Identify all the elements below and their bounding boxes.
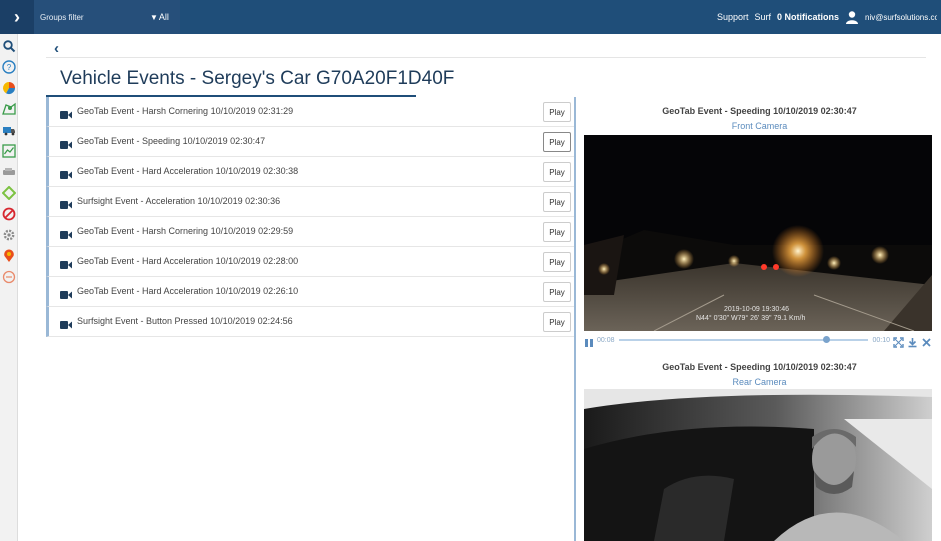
video-camera-icon <box>60 257 72 269</box>
event-row: Surfsight Event - Acceleration 10/10/201… <box>46 187 574 217</box>
vehicle-icon[interactable] <box>2 165 16 179</box>
video-camera-icon <box>60 287 72 299</box>
event-row: Surfsight Event - Button Pressed 10/10/2… <box>46 307 574 337</box>
chevron-right-icon: › <box>14 6 20 27</box>
line-chart-icon[interactable] <box>2 144 16 158</box>
caret-down-icon: ▼ <box>150 12 158 22</box>
page-title: Vehicle Events - Sergey's Car G70A20F1D4… <box>60 68 455 89</box>
pie-chart-icon[interactable] <box>2 81 16 95</box>
event-label: Surfsight Event - Acceleration 10/10/201… <box>77 196 281 206</box>
rear-video-title: GeoTab Event - Speeding 10/10/2019 02:30… <box>662 362 857 372</box>
fullscreen-icon[interactable] <box>893 335 904 348</box>
play-button[interactable]: Play <box>543 192 571 212</box>
play-button[interactable]: Play <box>543 282 571 302</box>
time-current: 00:08 <box>597 336 615 344</box>
pin-icon[interactable] <box>2 249 16 263</box>
user-icon[interactable] <box>845 10 859 24</box>
event-row: GeoTab Event - Harsh Cornering 10/10/201… <box>46 217 574 247</box>
circle-icon[interactable] <box>2 270 16 284</box>
surf-link[interactable]: Surf <box>754 12 771 22</box>
truck-icon[interactable] <box>2 123 16 137</box>
close-icon[interactable] <box>921 335 932 347</box>
help-icon[interactable]: ? <box>2 60 16 74</box>
user-email[interactable]: niv@surfsolutions.co <box>865 13 937 22</box>
play-button[interactable]: Play <box>543 222 571 242</box>
event-row: GeoTab Event - Speeding 10/10/2019 02:30… <box>46 127 574 157</box>
video-camera-icon <box>60 317 72 329</box>
event-label: GeoTab Event - Harsh Cornering 10/10/201… <box>77 226 294 236</box>
expand-sidebar-button[interactable]: › <box>0 0 34 34</box>
video-camera-icon <box>60 137 72 149</box>
video-camera-icon <box>60 167 72 179</box>
search-icon[interactable] <box>2 39 16 53</box>
seek-bar[interactable] <box>618 336 869 343</box>
event-row: GeoTab Event - Harsh Cornering 10/10/201… <box>46 97 574 127</box>
video-camera-icon <box>60 107 72 119</box>
night-road-scene <box>584 135 932 331</box>
front-video-title: GeoTab Event - Speeding 10/10/2019 02:30… <box>662 106 857 116</box>
front-video-gps: N44° 0'30" W79° 26' 39" 79.1 Km/h <box>696 315 806 322</box>
event-row: GeoTab Event - Hard Acceleration 10/10/2… <box>46 157 574 187</box>
video-camera-icon <box>60 197 72 209</box>
event-label: GeoTab Event - Hard Acceleration 10/10/2… <box>77 286 299 296</box>
play-button[interactable]: Play <box>543 102 571 122</box>
event-label: GeoTab Event - Speeding 10/10/2019 02:30… <box>77 136 266 146</box>
time-total: 00:10 <box>872 336 890 344</box>
back-chevron-icon[interactable]: ‹ <box>54 40 59 57</box>
pause-icon[interactable] <box>584 335 594 347</box>
event-label: GeoTab Event - Hard Acceleration 10/10/2… <box>77 166 299 176</box>
rear-camera-label: Rear Camera <box>732 377 787 387</box>
play-button[interactable]: Play <box>543 132 571 152</box>
notifications-link[interactable]: 0 Notifications <box>777 12 839 22</box>
event-label: GeoTab Event - Hard Acceleration 10/10/2… <box>77 256 299 266</box>
video-camera-icon <box>60 227 72 239</box>
seek-handle[interactable] <box>823 336 831 343</box>
video-viewer: GeoTab Event - Speeding 10/10/2019 02:30… <box>578 97 941 541</box>
play-button[interactable]: Play <box>543 252 571 272</box>
map-icon[interactable] <box>2 102 16 116</box>
front-camera-label: Front Camera <box>731 121 788 131</box>
back-bar: ‹ <box>46 38 926 58</box>
groups-filter-select[interactable]: ▼ All <box>146 0 169 34</box>
zone-icon[interactable] <box>2 186 16 200</box>
groups-filter-value: All <box>158 12 169 22</box>
rear-camera-video[interactable] <box>584 389 932 541</box>
groups-filter-label: Groups filter <box>40 12 84 22</box>
video-controls: 00:08 00:10 <box>584 333 932 348</box>
settings-icon[interactable] <box>2 228 16 242</box>
blocked-icon[interactable] <box>2 207 16 221</box>
play-button[interactable]: Play <box>543 162 571 182</box>
events-list: GeoTab Event - Harsh Cornering 10/10/201… <box>46 97 576 541</box>
event-row: GeoTab Event - Hard Acceleration 10/10/2… <box>46 247 574 277</box>
front-video-timestamp: 2019-10-09 19:30:46 <box>724 306 789 313</box>
svg-text:?: ? <box>7 63 12 72</box>
top-bar: › Groups filter ▼ All Support Surf 0 Not… <box>0 0 941 34</box>
event-label: GeoTab Event - Harsh Cornering 10/10/201… <box>77 106 294 116</box>
event-row: GeoTab Event - Hard Acceleration 10/10/2… <box>46 277 574 307</box>
sidebar: ? <box>0 34 18 541</box>
play-button[interactable]: Play <box>543 312 571 332</box>
event-label: Surfsight Event - Button Pressed 10/10/2… <box>77 316 293 326</box>
cabin-scene <box>584 389 932 541</box>
support-link[interactable]: Support <box>717 12 749 22</box>
front-camera-video[interactable]: 2019-10-09 19:30:46 N44° 0'30" W79° 26' … <box>584 135 932 331</box>
download-icon[interactable] <box>907 335 918 347</box>
